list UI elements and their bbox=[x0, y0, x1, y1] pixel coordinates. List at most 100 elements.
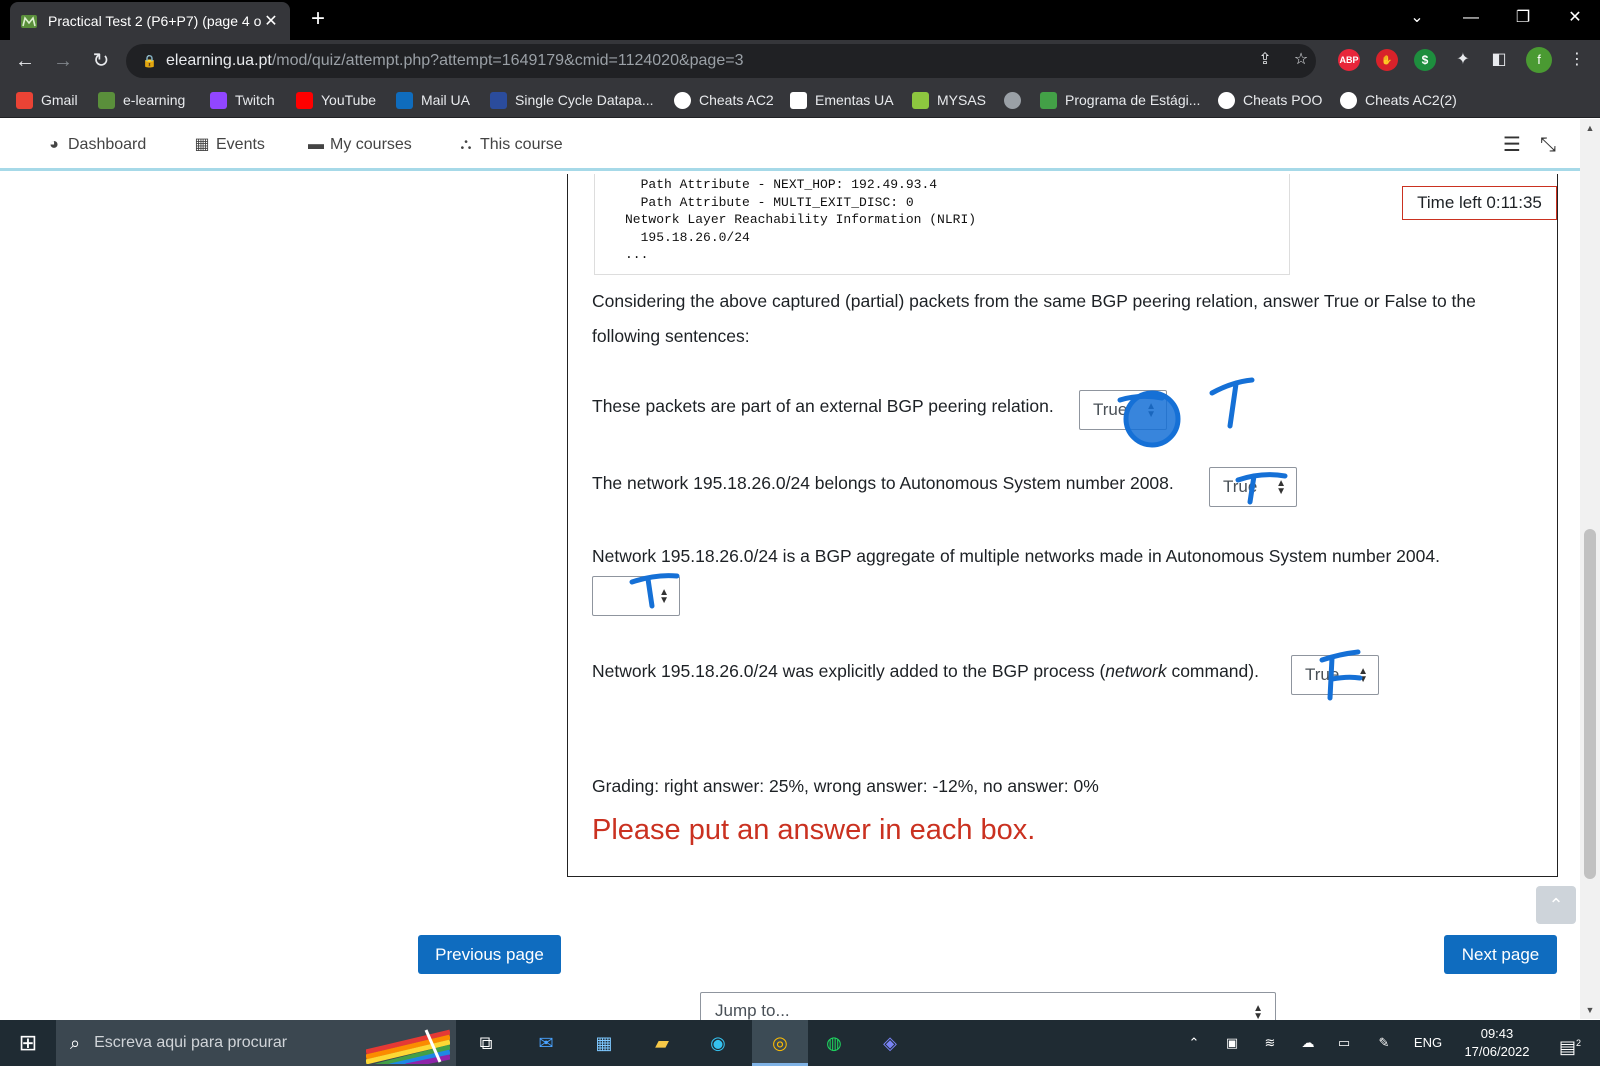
onedrive-error-icon[interactable]: ☁ bbox=[1294, 1020, 1322, 1066]
select-arrows-icon: ▲ ▼ bbox=[1253, 1003, 1263, 1021]
statement-1: These packets are part of an external BG… bbox=[592, 396, 1054, 416]
jump-to-select[interactable]: Jump to... ▲ ▼ bbox=[700, 992, 1276, 1020]
scrollbar-thumb[interactable] bbox=[1584, 529, 1596, 879]
nav-this-course[interactable]: ⛬ This course bbox=[456, 134, 562, 156]
bookmark-item[interactable]: Twitch bbox=[210, 90, 275, 110]
windows-start-icon[interactable]: ⊞ bbox=[0, 1020, 56, 1066]
nav-my-courses[interactable]: ▬ My courses bbox=[306, 134, 412, 156]
statement-4-pre: Network 195.18.26.0/24 was explicitly ad… bbox=[592, 661, 1106, 681]
previous-page-button[interactable]: Previous page bbox=[418, 935, 561, 974]
statement-3-select[interactable]: ▲ ▼ bbox=[592, 576, 680, 616]
moodle-favicon-icon bbox=[21, 15, 37, 28]
statement-4-select[interactable]: True ▲ ▼ bbox=[1291, 655, 1379, 695]
block-drawer-toggle-icon[interactable]: ☰ bbox=[1500, 133, 1524, 157]
battery-icon[interactable]: ▭ bbox=[1330, 1020, 1358, 1066]
bookmark-item[interactable]: Programa de Estági... bbox=[1040, 90, 1200, 110]
briefcase-icon: ▬ bbox=[308, 136, 324, 153]
notification-center-icon[interactable]: ▤2 bbox=[1550, 1020, 1590, 1066]
extension-hand-icon[interactable]: ✋ bbox=[1376, 49, 1398, 71]
edge-browser-icon[interactable]: ◉ bbox=[698, 1025, 738, 1061]
bookmark-item[interactable]: Mail UA bbox=[396, 90, 470, 110]
profile-avatar[interactable]: f bbox=[1526, 47, 1552, 73]
language-indicator[interactable]: ENG bbox=[1408, 1020, 1448, 1066]
extension-money-icon[interactable]: $ bbox=[1414, 49, 1436, 71]
browser-tab-strip: Practical Test 2 (P6+P7) (page 4 o ✕ + ⌄… bbox=[0, 0, 1600, 40]
bookmark-item[interactable]: Cheats AC2(2) bbox=[1340, 90, 1457, 110]
bookmark-item[interactable]: e-learning bbox=[98, 90, 185, 110]
mail-app-icon[interactable]: ✉ bbox=[526, 1025, 566, 1061]
bookmark-item[interactable]: MYSAS bbox=[912, 90, 986, 110]
nav-events[interactable]: ▦ Events bbox=[192, 134, 265, 156]
discord-icon[interactable]: ◈ bbox=[870, 1025, 910, 1061]
browser-toolbar: ← → ↻ 🔒 elearning.ua.pt/mod/quiz/attempt… bbox=[0, 40, 1600, 82]
page-scrollbar[interactable]: ▲ ▼ bbox=[1580, 119, 1600, 1019]
adblock-plus-icon[interactable]: ABP bbox=[1338, 49, 1360, 71]
scroll-down-arrow-icon[interactable]: ▼ bbox=[1580, 1005, 1600, 1015]
back-arrow-icon[interactable]: ← bbox=[10, 46, 40, 76]
statement-4-post: command). bbox=[1166, 661, 1259, 681]
reload-icon[interactable]: ↻ bbox=[86, 46, 116, 76]
extensions-puzzle-icon[interactable]: ✦ bbox=[1452, 49, 1474, 71]
bookmark-star-icon[interactable]: ☆ bbox=[1290, 49, 1312, 71]
side-panel-icon[interactable]: ◧ bbox=[1488, 49, 1510, 71]
select-arrows-icon: ▲ ▼ bbox=[1276, 478, 1286, 497]
bookmark-item[interactable]: Gmail bbox=[16, 90, 78, 110]
jump-to-label: Jump to... bbox=[715, 1001, 790, 1020]
tray-meet-icon[interactable]: ▣ bbox=[1218, 1020, 1246, 1066]
minimize-window-icon[interactable]: — bbox=[1444, 0, 1498, 36]
calendar-icon: ▦ bbox=[194, 136, 210, 153]
microsoft-store-icon[interactable]: ▦ bbox=[584, 1025, 624, 1061]
new-tab-button[interactable]: + bbox=[305, 7, 331, 33]
address-bar[interactable]: 🔒 elearning.ua.pt/mod/quiz/attempt.php?a… bbox=[126, 44, 1316, 78]
taskbar-clock[interactable]: 09:43 17/06/2022 bbox=[1452, 1025, 1542, 1061]
search-highlight-pride-icon bbox=[366, 1029, 450, 1064]
moodle-icon bbox=[98, 91, 115, 109]
question-intro-line2: following sentences: bbox=[592, 326, 750, 346]
bookmark-label: e-learning bbox=[123, 92, 186, 108]
statement-1-value: True bbox=[1093, 400, 1128, 419]
bookmarks-bar: Gmail e-learning Twitch YouTube Mail UA Singl… bbox=[0, 82, 1600, 118]
bookmark-item[interactable]: YouTube bbox=[296, 90, 376, 110]
nav-dashboard-label: Dashboard bbox=[68, 136, 147, 153]
close-window-icon[interactable]: ✕ bbox=[1548, 0, 1600, 36]
tab-close-icon[interactable]: ✕ bbox=[262, 11, 280, 31]
bookmark-item[interactable] bbox=[1004, 90, 1021, 110]
taskbar-search-box[interactable]: ⌕ Escreva aqui para procurar bbox=[56, 1020, 456, 1066]
back-to-top-button[interactable]: ⌃ bbox=[1536, 886, 1576, 924]
twitch-icon bbox=[210, 91, 227, 109]
task-view-icon[interactable]: ⧉ bbox=[466, 1025, 506, 1061]
bookmark-label: Cheats AC2 bbox=[699, 92, 774, 108]
next-page-button[interactable]: Next page bbox=[1444, 935, 1557, 974]
tab-search-chevron-icon[interactable]: ⌄ bbox=[1390, 0, 1444, 36]
bookmark-label: YouTube bbox=[321, 92, 377, 108]
nav-events-label: Events bbox=[216, 136, 265, 153]
statement-3: Network 195.18.26.0/24 is a BGP aggregat… bbox=[592, 546, 1440, 566]
spotify-icon[interactable]: ◍ bbox=[814, 1025, 854, 1061]
question-box: Path Attribute - NEXT_HOP: 192.49.93.4 P… bbox=[567, 174, 1558, 877]
chrome-menu-icon[interactable]: ⋮ bbox=[1566, 49, 1588, 71]
taskbar-search-placeholder: Escreva aqui para procurar bbox=[94, 1034, 288, 1051]
url-host: elearning.ua.pt bbox=[166, 52, 272, 69]
file-explorer-icon[interactable]: ▰ bbox=[642, 1025, 682, 1061]
forward-arrow-icon[interactable]: → bbox=[48, 46, 78, 76]
bookmark-label: Mail UA bbox=[421, 92, 471, 108]
tray-overflow-chevron-icon[interactable]: ⌃ bbox=[1180, 1020, 1208, 1066]
browser-tab-active[interactable]: Practical Test 2 (P6+P7) (page 4 o ✕ bbox=[10, 2, 290, 40]
bookmark-item[interactable]: Cheats POO bbox=[1218, 90, 1322, 110]
bookmark-item[interactable]: Single Cycle Datapa... bbox=[490, 90, 654, 110]
bookmark-item[interactable]: Ementas UA bbox=[790, 90, 894, 110]
statement-2-select[interactable]: True ▲ ▼ bbox=[1209, 467, 1297, 507]
tab-title: Practical Test 2 (P6+P7) (page 4 o bbox=[48, 13, 262, 29]
restore-window-icon[interactable]: ❐ bbox=[1496, 0, 1550, 36]
wifi-icon[interactable]: ≋ bbox=[1256, 1020, 1284, 1066]
ementas-icon bbox=[790, 91, 807, 109]
pen-icon[interactable]: ✎ bbox=[1370, 1020, 1398, 1066]
share-icon[interactable]: ⇪ bbox=[1254, 49, 1276, 71]
bookmark-item[interactable]: Cheats AC2 bbox=[674, 90, 774, 110]
bookmark-label: Single Cycle Datapa... bbox=[515, 92, 654, 108]
collapse-fullscreen-icon[interactable]: ⤡ bbox=[1536, 133, 1560, 157]
nav-dashboard[interactable]: ◕ Dashboard bbox=[44, 134, 146, 156]
scroll-up-arrow-icon[interactable]: ▲ bbox=[1580, 123, 1600, 133]
chrome-taskbar-icon[interactable]: ◎ bbox=[752, 1020, 808, 1066]
statement-1-select[interactable]: True ▲ ▼ bbox=[1079, 390, 1167, 430]
